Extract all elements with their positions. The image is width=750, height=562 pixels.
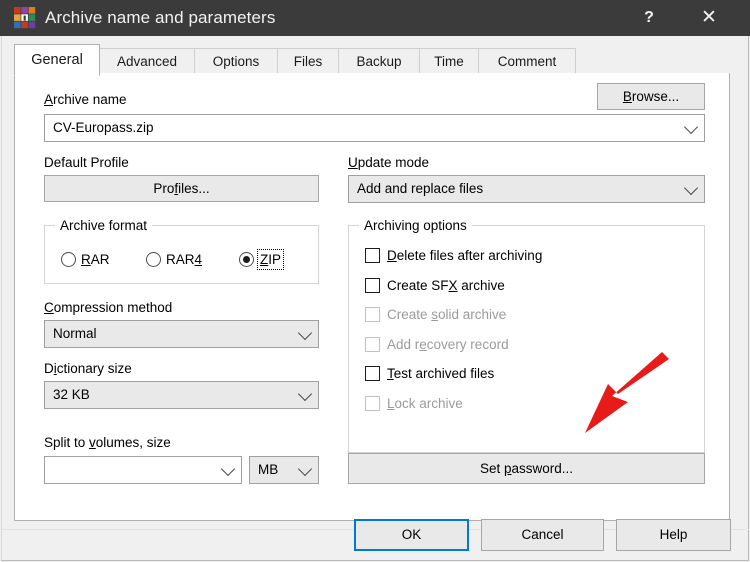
cancel-button[interactable]: Cancel xyxy=(481,519,604,551)
default-profile-label: Default Profile xyxy=(44,155,129,170)
chevron-down-icon[interactable] xyxy=(683,119,699,135)
compression-method-select[interactable]: Normal xyxy=(44,320,319,348)
checkbox-indicator-icon xyxy=(365,395,380,411)
checkbox-indicator-icon xyxy=(365,336,380,352)
checkbox-indicator-icon[interactable] xyxy=(365,366,380,381)
general-tab-panel: Archive name Browse... CV-Europass.zip D… xyxy=(14,73,730,521)
chevron-down-icon[interactable] xyxy=(220,461,236,477)
tab-label: Comment xyxy=(497,54,557,69)
update-mode-select[interactable]: Add and replace files xyxy=(348,175,705,203)
archive-name-input[interactable]: CV-Europass.zip xyxy=(44,114,705,142)
tab-label: Advanced xyxy=(116,54,178,69)
split-size-unit-value: MB xyxy=(258,462,279,477)
tab-label: Time xyxy=(434,54,464,69)
format-radio-label: RAR xyxy=(81,252,110,267)
format-radio-label: ZIP xyxy=(256,249,285,270)
compression-method-value: Normal xyxy=(53,326,97,341)
tab-label: Backup xyxy=(356,54,402,69)
tab-general[interactable]: General xyxy=(14,44,100,76)
archive-name-value: CV-Europass.zip xyxy=(53,120,154,135)
chevron-down-icon[interactable] xyxy=(683,180,699,196)
help-footer-button[interactable]: Help xyxy=(616,519,731,551)
update-mode-value: Add and replace files xyxy=(357,181,484,196)
chevron-down-icon[interactable] xyxy=(297,325,313,341)
title-bar: Archive name and parameters ? ✕ xyxy=(0,0,750,36)
dictionary-size-select[interactable]: 32 KB xyxy=(44,381,319,409)
tab-strip: General Advanced Options Files Backup Time Com… xyxy=(14,44,732,76)
update-mode-label: Update mode xyxy=(348,155,430,170)
radio-indicator-icon[interactable] xyxy=(61,252,76,267)
split-size-unit-select[interactable]: MB xyxy=(249,456,319,484)
checkbox-label: Add recovery record xyxy=(387,336,509,352)
tab-label: Options xyxy=(212,54,260,69)
checkbox-indicator-icon xyxy=(365,307,380,322)
tab-time[interactable]: Time xyxy=(419,48,479,75)
ok-button[interactable]: OK xyxy=(354,519,469,551)
archive-format-title: Archive format xyxy=(55,218,153,233)
checkbox-label: Create SFX archive xyxy=(387,277,505,293)
profiles-button[interactable]: Profiles... xyxy=(44,175,319,202)
radio-indicator-icon[interactable] xyxy=(146,252,161,267)
browse-button[interactable]: Browse... xyxy=(597,83,705,110)
split-size-input[interactable] xyxy=(44,456,242,484)
help-button[interactable]: ? xyxy=(626,0,672,36)
window-title: Archive name and parameters xyxy=(45,8,276,27)
checkbox-label: Lock archive xyxy=(387,395,463,411)
tab-options[interactable]: Options xyxy=(194,48,278,75)
tab-files[interactable]: Files xyxy=(277,48,339,75)
dialog-client-area: General Advanced Options Files Backup Time Com… xyxy=(1,36,750,561)
dictionary-size-value: 32 KB xyxy=(53,387,90,402)
checkbox-label: Test archived files xyxy=(387,366,495,381)
checkbox-indicator-icon[interactable] xyxy=(365,248,380,263)
format-radio-label: RAR4 xyxy=(166,252,203,267)
archive-name-label: Archive name xyxy=(44,92,127,107)
checkbox-label: Create solid archive xyxy=(387,307,507,322)
tab-label: Files xyxy=(293,54,323,69)
tab-label: General xyxy=(31,52,83,68)
chevron-down-icon[interactable] xyxy=(297,461,313,477)
dictionary-size-label: Dictionary size xyxy=(44,361,132,376)
tab-backup[interactable]: Backup xyxy=(338,48,420,75)
chevron-down-icon[interactable] xyxy=(297,386,313,402)
winrar-books-icon xyxy=(14,7,36,29)
checkbox-indicator-icon[interactable] xyxy=(365,277,380,293)
checkbox-label: Delete files after archiving xyxy=(387,248,543,263)
archive-parameters-dialog: Archive name and parameters ? ✕ General A… xyxy=(0,0,750,562)
split-to-volumes-label: Split to volumes, size xyxy=(44,435,171,450)
archiving-options-title: Archiving options xyxy=(359,218,472,233)
close-icon[interactable]: ✕ xyxy=(686,0,732,36)
set-password-button[interactable]: Set password... xyxy=(348,453,705,484)
tab-advanced[interactable]: Advanced xyxy=(99,48,195,75)
compression-method-label: Compression method xyxy=(44,300,173,315)
radio-indicator-icon[interactable] xyxy=(239,252,254,267)
tab-comment[interactable]: Comment xyxy=(478,48,576,75)
